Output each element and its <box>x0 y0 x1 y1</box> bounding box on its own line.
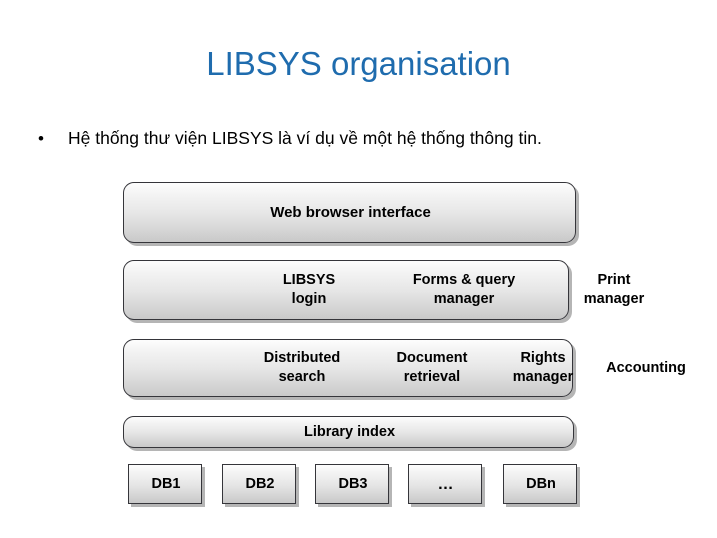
layer-library-index: Library index <box>123 416 574 448</box>
cell-db3: DB3 <box>316 465 390 503</box>
cell-line: Distributed <box>263 350 341 366</box>
database-box-db2: DB2 <box>222 464 296 504</box>
cell-print-manager: Print manager <box>552 261 676 319</box>
cell-forms-query-manager: Forms & query manager <box>389 261 539 319</box>
cell-line: … <box>437 475 455 493</box>
cell-accounting: Accounting <box>586 340 706 396</box>
cell-line: login <box>291 291 327 307</box>
cell-document-retrieval: Document retrieval <box>364 340 500 396</box>
cell-db2: DB2 <box>223 465 297 503</box>
layer-web-browser: Web browser interface <box>123 182 576 243</box>
cell-line: manager <box>583 291 645 307</box>
cell-line: DBn <box>526 475 556 492</box>
database-box-db3: DB3 <box>315 464 389 504</box>
cell-library-index: Library index <box>124 417 575 447</box>
slide: LIBSYS organisation • Hệ thống thư viện … <box>0 0 717 538</box>
cell-line: Accounting <box>606 359 686 376</box>
cell-line: Forms & query <box>412 272 516 288</box>
cell-distributed-search: Distributed search <box>234 340 370 396</box>
cell-line: retrieval <box>403 369 461 385</box>
layer-services: LIBSYS login Forms & query manager Print… <box>123 260 644 320</box>
cell-line: search <box>278 369 326 385</box>
cell-line: DB1 <box>151 475 181 492</box>
cell-rights-manager: Rights manager <box>488 340 598 396</box>
layer-core-services: Distributed search Document retrieval Ri… <box>123 339 686 397</box>
cell-line: DB3 <box>338 475 368 492</box>
libsys-architecture-diagram: Web browser interface LIBSYS login Forms… <box>0 0 717 538</box>
database-box-ellipsis: … <box>408 464 482 504</box>
cell-line: DB2 <box>245 475 275 492</box>
cell-db1: DB1 <box>129 465 203 503</box>
database-box-db1: DB1 <box>128 464 202 504</box>
cell-line: Rights <box>520 350 566 366</box>
cell-line: Print <box>597 272 631 288</box>
cell-web-browser-interface: Web browser interface <box>124 183 577 242</box>
cell-libsys-login: LIBSYS login <box>246 261 372 319</box>
cell-db-ellipsis: … <box>409 465 483 503</box>
cell-line: LIBSYS <box>282 272 336 288</box>
cell-line: manager <box>433 291 495 307</box>
cell-line: Library index <box>303 423 396 440</box>
cell-line: manager <box>512 369 574 385</box>
cell-line: Web browser interface <box>270 204 431 221</box>
cell-dbn: DBn <box>504 465 578 503</box>
database-box-dbn: DBn <box>503 464 577 504</box>
cell-line: Document <box>396 350 468 366</box>
